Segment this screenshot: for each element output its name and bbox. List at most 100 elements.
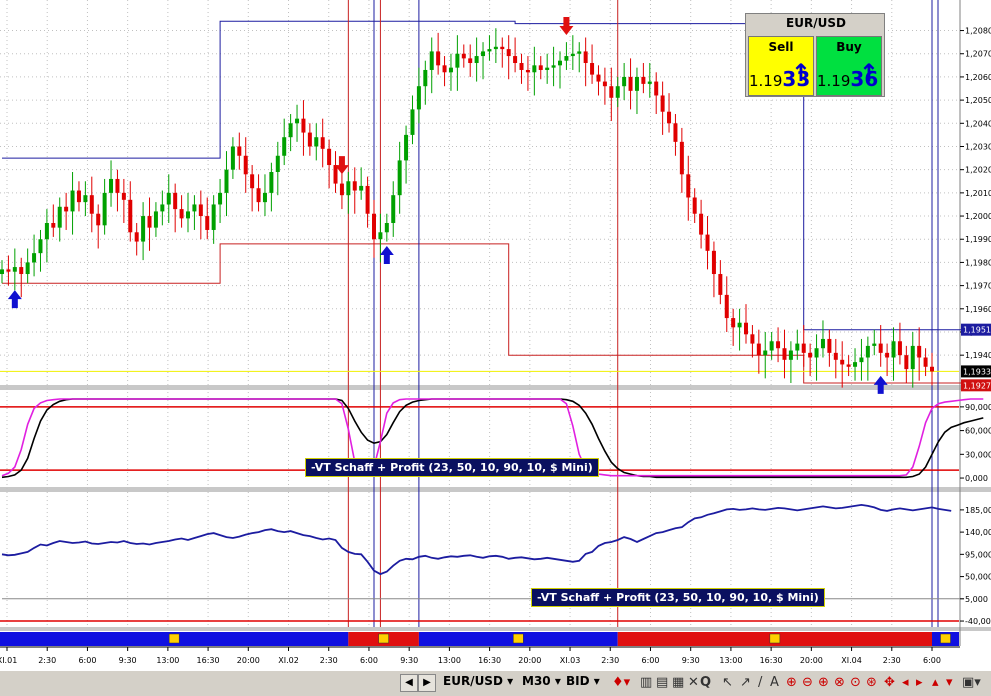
candle [570, 53, 575, 57]
bars-icon[interactable]: ▤ [656, 675, 668, 690]
candle [32, 253, 37, 263]
fit-icon[interactable]: ⊙ [850, 675, 861, 690]
line-icon[interactable]: / [758, 675, 762, 690]
candle [564, 56, 569, 61]
bear-icon [769, 633, 781, 644]
time-tick-label: 6:00 [78, 656, 96, 665]
candle [923, 357, 928, 367]
candle [243, 155, 248, 175]
time-tick-label: 16:30 [478, 656, 501, 665]
settings-icon[interactable]: ▣▾ [962, 675, 981, 690]
down-icon[interactable]: ▾ [946, 675, 953, 690]
time-tick-label: 2:30 [601, 656, 619, 665]
pointer-icon[interactable]: ↖ [722, 675, 733, 690]
text-tool-icon[interactable]: A [770, 675, 779, 690]
candle [513, 56, 518, 64]
candle [724, 294, 729, 319]
schaff-tick-label: 30,000 [965, 450, 991, 459]
move-icon[interactable]: ✥ [884, 675, 895, 690]
price-tick-label: 1,2050 [965, 96, 991, 105]
candle [904, 355, 909, 370]
sell-button[interactable]: Sell 1.1933 ↑ [748, 36, 814, 96]
candle [558, 60, 562, 66]
candle [622, 76, 627, 87]
candle [160, 204, 165, 212]
scroll-icon[interactable]: ⊛ [866, 675, 877, 690]
candle [384, 223, 389, 233]
candle [602, 81, 607, 87]
symbol-selector[interactable]: EUR/USD ▾ [443, 674, 513, 688]
candle [763, 350, 768, 356]
candle [256, 188, 261, 203]
candle [827, 338, 832, 353]
zoom-out-icon[interactable]: ⊖ [802, 675, 813, 690]
candle [128, 199, 133, 233]
upper-price-marker-label: 1,1951 [963, 326, 991, 335]
buy-button[interactable]: Buy 1.1936 ↑ [816, 36, 882, 96]
candle [840, 359, 845, 365]
candle [224, 169, 229, 193]
grid-icon[interactable]: ▦ [672, 675, 684, 690]
candle [551, 65, 556, 68]
candle [25, 262, 30, 275]
interval-selector[interactable]: M30 ▾ [522, 674, 561, 688]
search-icon[interactable]: Q [700, 675, 711, 690]
candle [64, 206, 69, 212]
bar-icon[interactable]: ♦▾ [612, 675, 630, 690]
candle [853, 362, 858, 367]
chart-type-icon[interactable]: ▥ [640, 675, 652, 690]
play-icon[interactable]: ▶ [418, 674, 436, 692]
candle [814, 348, 819, 358]
candle [872, 343, 877, 346]
time-tick-label: 20:00 [518, 656, 541, 665]
candle [891, 341, 896, 358]
candle [917, 345, 922, 358]
candle [442, 65, 447, 73]
zoom-icon[interactable]: ⊕ [818, 675, 829, 690]
candle [211, 204, 216, 230]
candle [307, 132, 312, 147]
candle [865, 345, 870, 358]
up-arrow-icon: ↑ [858, 59, 879, 87]
draw-icon[interactable]: ↗ [740, 675, 751, 690]
price-type-selector[interactable]: BID ▾ [566, 674, 600, 688]
indicator-label-top: -VT Schaff + Profit (23, 50, 10, 90, 10,… [305, 458, 599, 477]
candle [378, 232, 383, 240]
zoom-in-icon[interactable]: ⊕ [786, 675, 797, 690]
price-tick-label: 1,1940 [965, 351, 991, 360]
time-tick-label: 9:30 [119, 656, 137, 665]
candle [448, 67, 453, 73]
candle [487, 49, 492, 52]
candle [641, 76, 646, 84]
candle [679, 141, 684, 175]
candle [269, 171, 274, 193]
right-icon[interactable]: ▸ [916, 675, 923, 690]
candle [0, 269, 4, 275]
chart-area[interactable]: 1,2080 1,2070 1,2060 1,2050 1,2040 1,2030 1,20… [0, 0, 991, 695]
time-axis: XI.01 2:30 6:00 9:30 13:00 16:30 20:00 XI.02 2:3… [0, 646, 991, 670]
pane-separator [0, 487, 991, 492]
candle [6, 269, 11, 272]
price-tick-label: 1,2070 [965, 50, 991, 59]
time-tick-label: 13:00 [719, 656, 742, 665]
up-icon[interactable]: ▴ [932, 675, 939, 690]
profit-tick-label: 95,000 [965, 550, 991, 559]
candle [737, 322, 742, 328]
candle [897, 341, 902, 356]
candle [121, 192, 126, 200]
candle [141, 216, 146, 242]
candle [647, 81, 652, 84]
candle [179, 209, 184, 219]
candle [262, 192, 267, 203]
candle [198, 204, 203, 217]
scroll-left-button[interactable]: ◀ [400, 674, 418, 692]
crosshair-icon[interactable]: ✕ [688, 675, 699, 690]
time-tick-label: 6:00 [360, 656, 378, 665]
time-tick-label: 6:00 [923, 656, 941, 665]
candle [634, 76, 639, 91]
candle [609, 86, 614, 98]
left-icon[interactable]: ◂ [902, 675, 909, 690]
schaff-tick-label: 60,000 [965, 427, 991, 436]
time-tick-label: XI.04 [841, 656, 862, 665]
zoom-reset-icon[interactable]: ⊗ [834, 675, 845, 690]
